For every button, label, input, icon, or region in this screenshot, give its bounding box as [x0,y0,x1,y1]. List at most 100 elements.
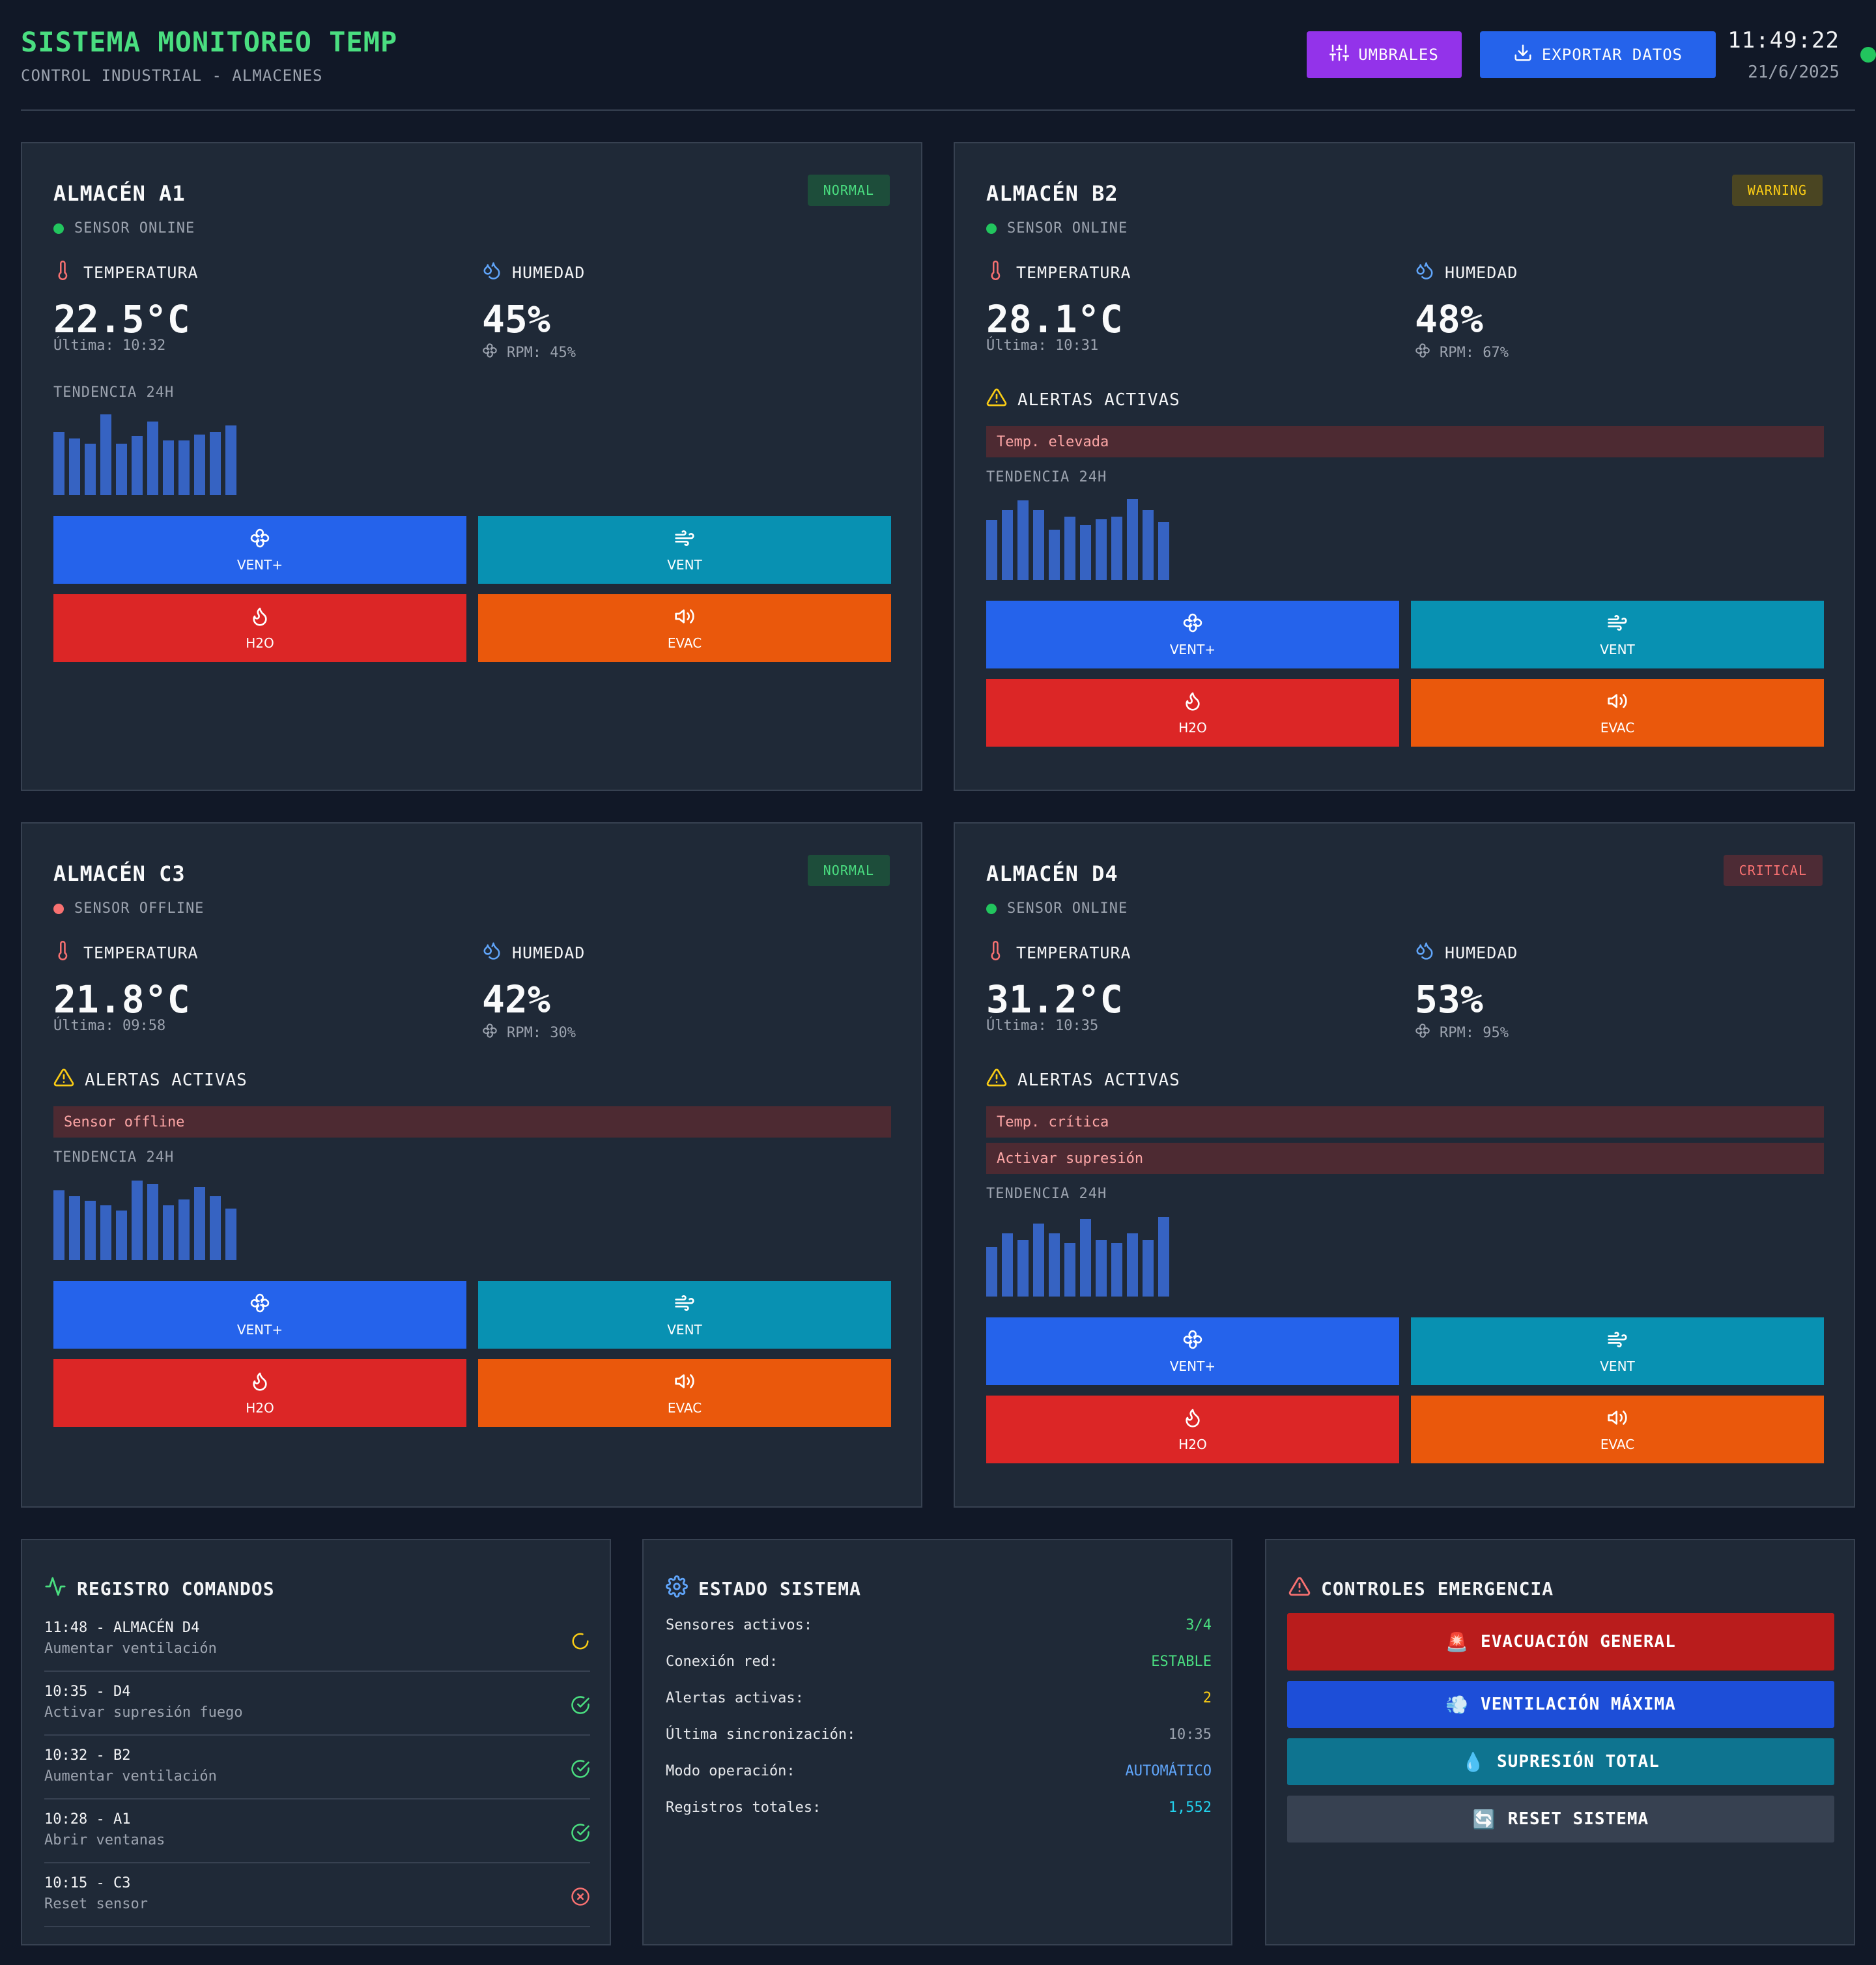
reset-system-button[interactable]: 🔄 RESET SISTEMA [1287,1796,1834,1843]
activity-icon [44,1575,66,1602]
vent-plus-button[interactable]: VENT+ [986,1317,1399,1385]
h2o-button[interactable]: H2O [53,594,466,662]
speaker-icon [674,1371,695,1395]
general-evacuation-button[interactable]: 🚨 EVACUACIÓN GENERAL [1287,1613,1834,1671]
trend-bar [1096,1240,1107,1297]
vent-plus-button[interactable]: VENT+ [53,516,466,584]
command-log-command: Abrir ventanas [44,1832,165,1848]
command-log-time: 10:32 - B2 [44,1747,131,1764]
command-log-command: Aumentar ventilación [44,1768,217,1785]
general-evacuation-label: EVACUACIÓN GENERAL [1481,1632,1676,1652]
trend-bar [225,1209,236,1260]
fan-rpm: RPM: 95% [1415,1023,1509,1042]
trend-bar [1158,1217,1169,1297]
vent-button[interactable]: VENT [478,1281,891,1349]
droplets-icon [482,261,502,284]
evac-button[interactable]: EVAC [478,594,891,662]
trend-bar [986,1247,997,1297]
status-badge: CRITICAL [1723,855,1823,886]
system-stat-label: Última sincronización: [666,1727,856,1743]
trend-bar [100,414,111,495]
thresholds-label: UMBRALES [1358,46,1439,64]
h2o-label: H2O [246,635,274,651]
sensor-status-text: SENSOR ONLINE [74,220,195,237]
wind-icon [674,528,695,552]
h2o-button[interactable]: H2O [986,1396,1399,1463]
sensor-status-text: SENSOR ONLINE [1007,900,1128,917]
fan-icon [249,1293,270,1317]
trend-bar [178,440,190,495]
trend-bar [147,1184,158,1260]
trend-bar [1111,517,1122,580]
command-log-item: 10:35 - D4 Activar supresión fuego [44,1672,590,1736]
humidity-label: HUMEDAD [482,261,585,284]
export-label: EXPORTAR DATOS [1541,46,1683,64]
vent-plus-button[interactable]: VENT+ [986,601,1399,668]
temperature-value: 22.5°C [53,297,190,341]
trend-bar [85,444,96,495]
trend-bar [147,422,158,495]
vent-button[interactable]: VENT [1411,1317,1824,1385]
trend-bar [163,1205,174,1260]
sensor-status: SENSOR OFFLINE [53,900,204,917]
export-data-button[interactable]: EXPORTAR DATOS [1480,31,1716,78]
active-alerts-title-text: ALERTAS ACTIVAS [1017,390,1180,410]
trend-bar [986,520,997,580]
fan-rpm-text: RPM: 67% [1440,344,1509,361]
max-ventilation-button[interactable]: 💨 VENTILACIÓN MÁXIMA [1287,1681,1834,1728]
evac-button[interactable]: EVAC [1411,679,1824,747]
last-reading: Última: 09:58 [53,1018,166,1034]
evac-button[interactable]: EVAC [1411,1396,1824,1463]
fan-icon [1415,343,1430,362]
temperature-label: TEMPERATURA [986,261,1131,284]
vent-plus-label: VENT+ [1169,641,1216,657]
humidity-label: HUMEDAD [1415,941,1518,964]
active-alerts-title: ALERTAS ACTIVAS [986,1067,1180,1093]
command-log-time: 10:28 - A1 [44,1811,131,1828]
fan-icon [482,1023,498,1042]
trend-bar [194,435,205,495]
system-stat-label: Conexión red: [666,1654,778,1670]
trend-bar [1143,1240,1154,1297]
fan-rpm: RPM: 45% [482,343,576,362]
vent-button[interactable]: VENT [478,516,891,584]
vent-button[interactable]: VENT [1411,601,1824,668]
last-reading: Última: 10:32 [53,337,166,354]
thresholds-button[interactable]: UMBRALES [1307,31,1462,78]
trend-bar [100,1205,111,1260]
vent-plus-label: VENT+ [236,1321,283,1338]
system-stat-value: 3/4 [1186,1617,1212,1633]
total-suppression-icon: 💧 [1462,1751,1486,1773]
max-ventilation-icon: 💨 [1445,1693,1470,1715]
sensor-status-dot [986,223,997,234]
app-title: SISTEMA MONITOREO TEMP [21,26,398,58]
alert-triangle-icon [986,387,1007,412]
trend-bar [1049,530,1060,580]
vent-plus-button[interactable]: VENT+ [53,1281,466,1349]
evac-button[interactable]: EVAC [478,1359,891,1427]
flame-icon [1182,691,1203,715]
status-badge: NORMAL [807,175,890,206]
trend-bar [1111,1243,1122,1297]
h2o-button[interactable]: H2O [53,1359,466,1427]
h2o-button[interactable]: H2O [986,679,1399,747]
speaker-icon [1607,1407,1628,1431]
trend-bar [1143,510,1154,580]
warehouse-card: ALMACÉN D4 CRITICAL SENSOR ONLINE TEMPERATU… [954,822,1855,1508]
total-suppression-button[interactable]: 💧 SUPRESIÓN TOTAL [1287,1738,1834,1785]
system-stat-value: 10:35 [1168,1727,1212,1743]
clock-time: 11:49:22 [1727,27,1840,53]
general-evacuation-icon: 🚨 [1445,1631,1470,1653]
system-status-panel: ESTADO SISTEMA Sensores activos: 3/4 Conex… [642,1539,1232,1945]
system-stat-value: ESTABLE [1151,1654,1212,1670]
system-stat-label: Registros totales: [666,1800,821,1816]
sliders-icon [1329,43,1350,66]
vent-plus-label: VENT+ [1169,1358,1216,1374]
active-alerts-title: ALERTAS ACTIVAS [986,387,1180,412]
sensor-status-text: SENSOR ONLINE [1007,220,1128,237]
temperature-value: 28.1°C [986,297,1123,341]
thermometer-icon [986,941,1006,964]
temperature-label: TEMPERATURA [53,261,199,284]
trend-chart [986,495,1175,580]
system-status-title: ESTADO SISTEMA [666,1575,861,1602]
